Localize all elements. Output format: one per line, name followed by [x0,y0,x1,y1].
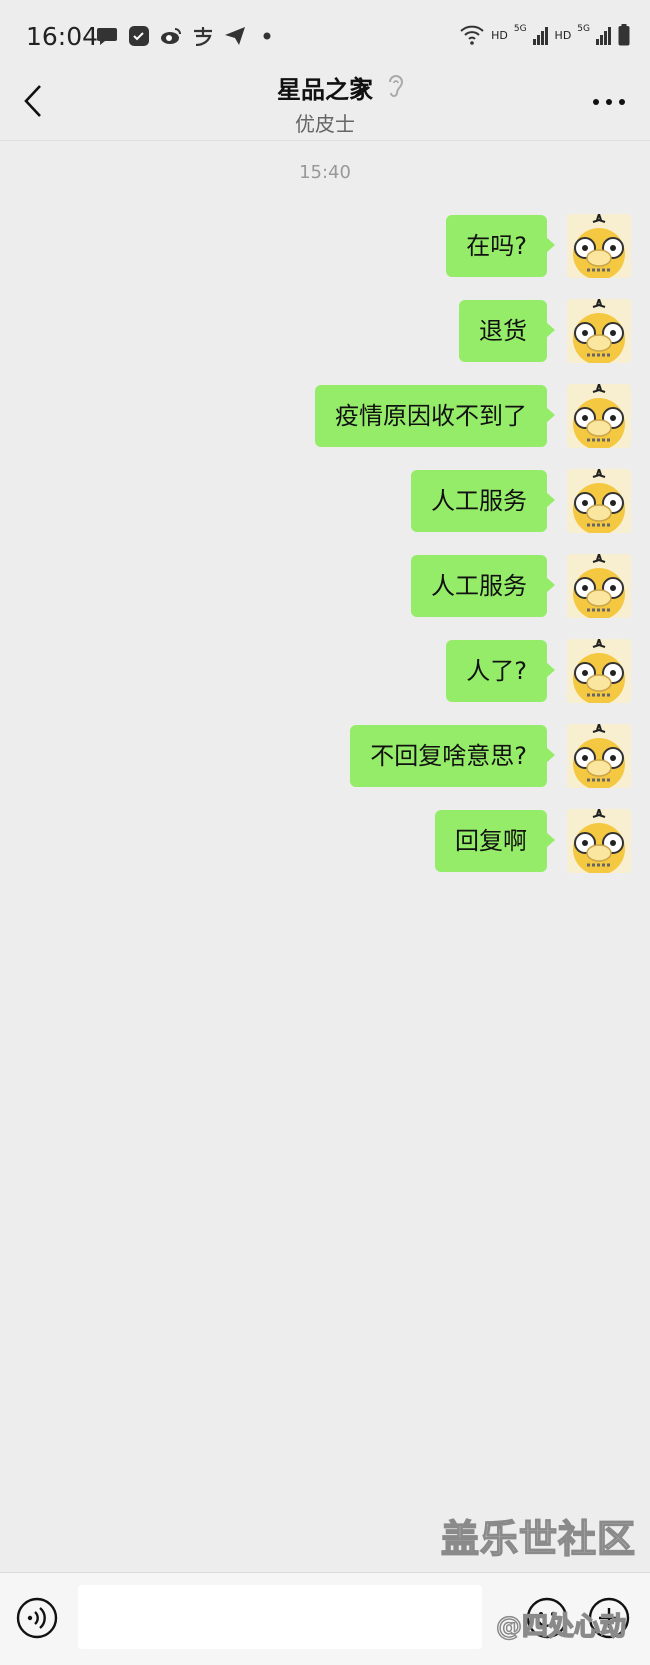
message-bubble[interactable]: 人了? [446,640,555,702]
avatar[interactable] [567,384,631,448]
message-row: 疫情原因收不到了 [0,384,650,469]
more-options-icon[interactable] [592,98,626,106]
avatar[interactable] [567,724,631,788]
signal-bars-icon [532,27,548,45]
duck-avatar-icon [567,554,631,618]
message-bubble[interactable]: 人工服务 [411,470,555,532]
battery-icon [618,24,630,46]
avatar[interactable] [567,299,631,363]
avatar[interactable] [567,469,631,533]
message-bubble[interactable]: 退货 [459,300,555,362]
chat-header: 星品之家 优皮士 [0,68,650,141]
message-bubble[interactable]: 回复啊 [435,810,555,872]
alipay-icon [194,27,212,46]
input-bar: @四处心动 [0,1572,650,1665]
message-row: 在吗? [0,214,650,299]
wifi-icon [460,25,484,45]
message-bubble[interactable]: 不回复啥意思? [350,725,555,787]
voice-icon[interactable] [16,1597,58,1639]
message-timestamp: 15:40 [299,162,351,183]
app-badge-icon [129,26,149,46]
chat-title-area[interactable]: 星品之家 [0,68,650,105]
duck-avatar-icon [567,214,631,278]
message-input[interactable] [78,1585,482,1649]
message-row: 退货 [0,299,650,384]
ear-icon [389,75,404,97]
chevron-right-icon[interactable] [352,74,368,100]
chat-subtitle: 优皮士 [295,112,355,136]
avatar[interactable] [567,214,631,278]
duck-avatar-icon [567,724,631,788]
signal-label-1: 5G [513,24,527,34]
status-notification-icons [96,26,278,46]
hd-label-1: HD [491,28,508,42]
weibo-icon [161,28,181,44]
message-bubble[interactable]: 在吗? [446,215,555,277]
message-bubble[interactable]: 疫情原因收不到了 [315,385,555,447]
duck-avatar-icon [567,384,631,448]
avatar[interactable] [567,809,631,873]
hd-label-2: HD [554,28,572,42]
send-icon [225,27,245,45]
duck-avatar-icon [567,809,631,873]
duck-avatar-icon [567,469,631,533]
message-row: 人工服务 [0,469,650,554]
duck-avatar-icon [567,639,631,703]
watermark-author: @四处心动 [495,1611,627,1643]
dot-icon [263,32,271,40]
message-row: 不回复啥意思? [0,724,650,809]
message-row: 人工服务 [0,554,650,639]
status-bar: 16:04 HD 5G HD 5G [0,0,650,68]
message-row: 人了? [0,639,650,724]
chat-bubble-icon [97,28,117,45]
message-row: 回复啊 [0,809,650,894]
message-list: 在吗? 退货 疫情原因收不到了 人工服务 人工服务 人了? 不回复啥意思? 回复… [0,214,650,894]
status-time: 16:04 [26,22,99,51]
signal-bars-icon [596,27,611,45]
signal-label-2: 5G [577,24,590,34]
message-bubble[interactable]: 人工服务 [411,555,555,617]
status-system-icons: HD 5G HD 5G [459,24,630,46]
watermark-community: 盖乐世社区 [440,1516,636,1562]
duck-avatar-icon [567,299,631,363]
avatar[interactable] [567,554,631,618]
avatar[interactable] [567,639,631,703]
